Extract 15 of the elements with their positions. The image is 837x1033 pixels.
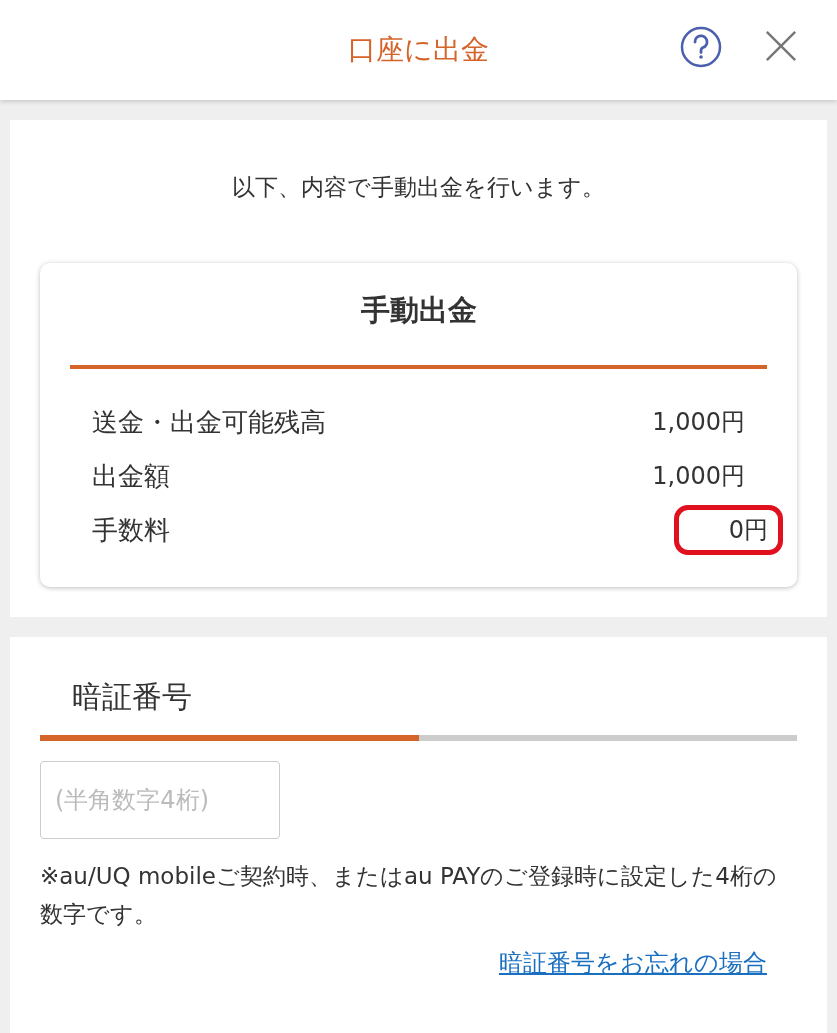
note-text: ※au/UQ mobileご契約時、またはau PAYのご登録時に設定した4桁の数字です。 <box>40 862 778 929</box>
intro-text: 以下、内容で手動出金を行います。 <box>231 173 606 202</box>
section-title: 暗証番号 <box>71 678 193 716</box>
pin-field[interactable]: (半角数字4桁) <box>40 761 280 839</box>
row-value: 1,000円 <box>652 407 745 438</box>
row-label: 送金・出金可能残高 <box>92 405 326 439</box>
page-title: 口座に出金 <box>348 32 489 68</box>
help-icon[interactable] <box>679 25 723 69</box>
row-value: 1,000円 <box>652 461 745 492</box>
row-label: 出金額 <box>92 459 170 493</box>
row-value: 0円 <box>673 505 783 555</box>
card-title: 手動出金 <box>359 292 478 329</box>
forgot-pin-link[interactable]: 暗証番号をお忘れの場合 <box>499 949 767 977</box>
row-label: 手数料 <box>92 513 170 547</box>
close-icon[interactable] <box>764 29 798 63</box>
